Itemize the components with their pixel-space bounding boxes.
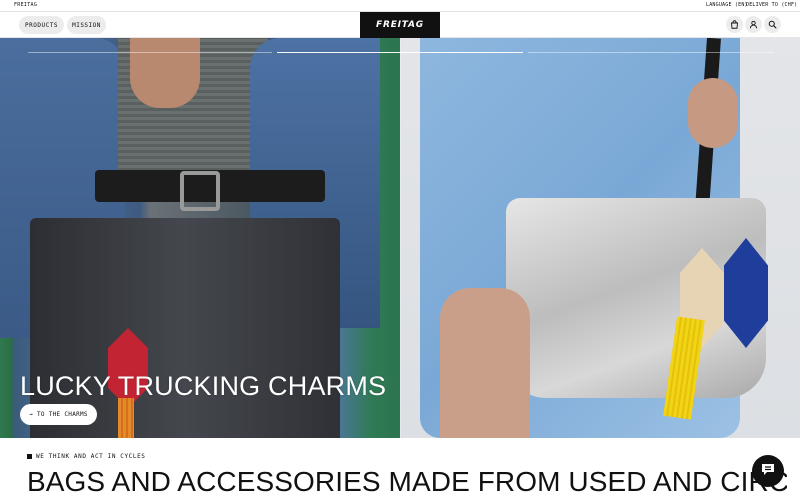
- slide-indicator-1[interactable]: [28, 52, 272, 53]
- search-button[interactable]: [764, 16, 781, 33]
- nav-mission-button[interactable]: MISSION: [67, 16, 106, 34]
- section-eyebrow: WE THINK AND ACT IN CYCLES: [27, 453, 146, 460]
- eyebrow-label: WE THINK AND ACT IN CYCLES: [36, 453, 146, 460]
- hero-slider[interactable]: LUCKY TRUCKING CHARMS → TO THE CHARMS: [0, 38, 800, 438]
- account-icon: [749, 16, 758, 34]
- hero-divider: [400, 38, 401, 438]
- chat-button[interactable]: [752, 455, 784, 487]
- brand-label: FREITAG: [14, 2, 38, 8]
- section-headline: BAGS AND ACCESSORIES MADE FROM USED AND …: [27, 467, 787, 497]
- language-selector[interactable]: LANGUAGE (EN): [706, 2, 748, 8]
- top-utility-bar: FREITAG LANGUAGE (EN) DELIVER TO (CHF): [0, 0, 800, 12]
- hand-shape-right: [688, 78, 738, 148]
- search-icon: [768, 16, 777, 34]
- square-bullet-icon: [27, 454, 32, 459]
- nav-products-button[interactable]: PRODUCTS: [19, 16, 64, 34]
- orange-tassel-shape: [118, 398, 134, 438]
- slide-indicator-2[interactable]: [277, 52, 523, 53]
- bag-button[interactable]: [726, 16, 743, 33]
- to-the-charms-button[interactable]: → TO THE CHARMS: [20, 404, 97, 425]
- hand-shape: [130, 38, 200, 108]
- bag-icon: [730, 16, 739, 34]
- site-header: PRODUCTS MISSION FREITAG: [0, 12, 800, 38]
- arm-shape: [440, 288, 530, 438]
- chat-icon: [760, 461, 776, 482]
- freitag-logo[interactable]: FREITAG: [360, 12, 440, 38]
- hero-title: LUCKY TRUCKING CHARMS: [20, 371, 387, 401]
- slide-indicator-3[interactable]: [528, 52, 774, 53]
- account-button[interactable]: [745, 16, 762, 33]
- delivery-country-selector[interactable]: DELIVER TO (CHF): [746, 2, 797, 8]
- buckle-shape: [180, 171, 220, 211]
